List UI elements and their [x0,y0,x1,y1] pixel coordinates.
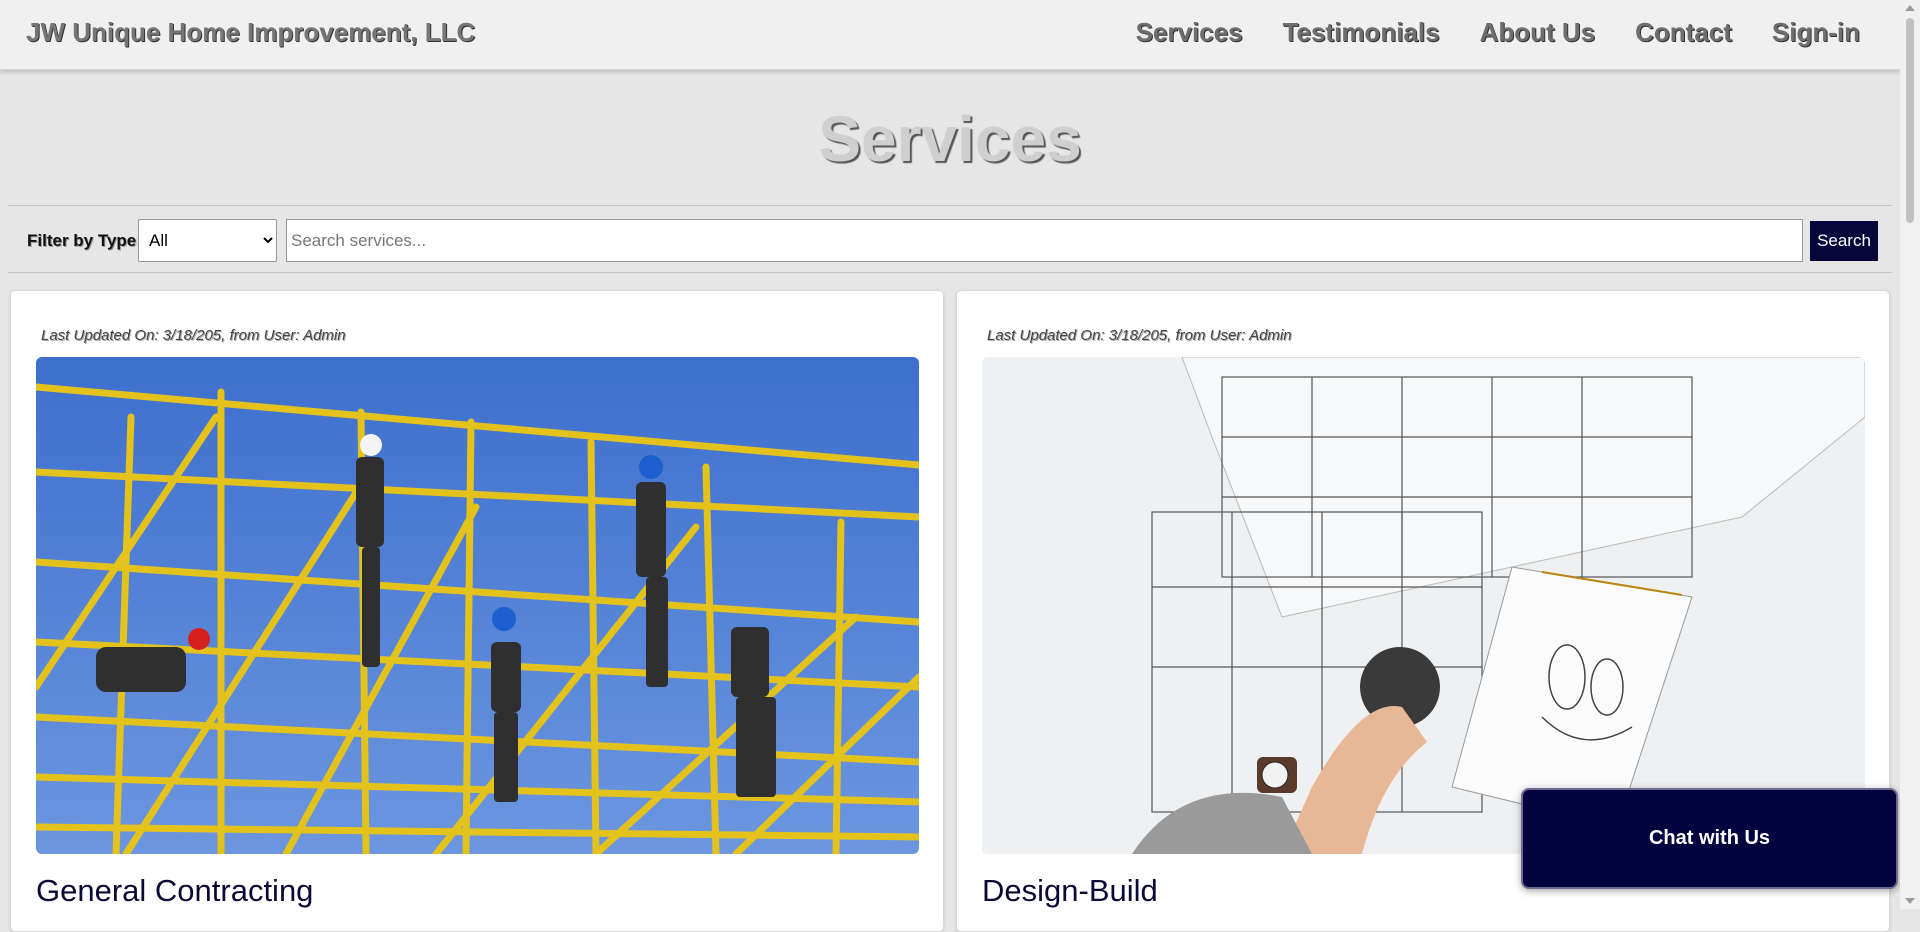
scroll-down-icon[interactable] [1905,898,1915,904]
search-button[interactable]: Search [1810,221,1878,261]
service-card[interactable]: Last Updated On: 3/18/205, from User: Ad… [10,290,944,932]
scroll-up-icon[interactable] [1905,5,1915,11]
scaffolding-workers-image [36,357,919,854]
top-navbar: JW Unique Home Improvement, LLC Services… [0,0,1900,70]
blueprint-drawing-image [982,357,1865,854]
nav-links: Services Testimonials About Us Contact S… [1136,17,1860,48]
type-filter-select[interactable]: All [138,219,277,262]
card-updated-text: Last Updated On: 3/18/205, from User: Ad… [41,327,346,344]
nav-sign-in[interactable]: Sign-in [1772,17,1860,48]
scroll-thumb[interactable] [1906,18,1914,223]
filter-label: Filter by Type: [27,231,142,250]
chat-with-us-button[interactable]: Chat with Us [1521,788,1898,889]
brand-logo[interactable]: JW Unique Home Improvement, LLC [26,17,475,48]
nav-services[interactable]: Services [1136,17,1243,48]
chat-label: Chat with Us [1648,827,1771,849]
filter-bar: Filter by Type: All Search [8,205,1892,273]
card-title[interactable]: Design-Build [982,873,1158,909]
search-input[interactable] [286,219,1803,262]
page-title: Services [818,103,1082,175]
nav-testimonials[interactable]: Testimonials [1283,17,1440,48]
nav-about-us[interactable]: About Us [1480,17,1596,48]
card-updated-text: Last Updated On: 3/18/205, from User: Ad… [987,327,1292,344]
nav-contact[interactable]: Contact [1635,17,1732,48]
card-title[interactable]: General Contracting [36,873,313,909]
vertical-scrollbar[interactable] [1900,0,1920,909]
